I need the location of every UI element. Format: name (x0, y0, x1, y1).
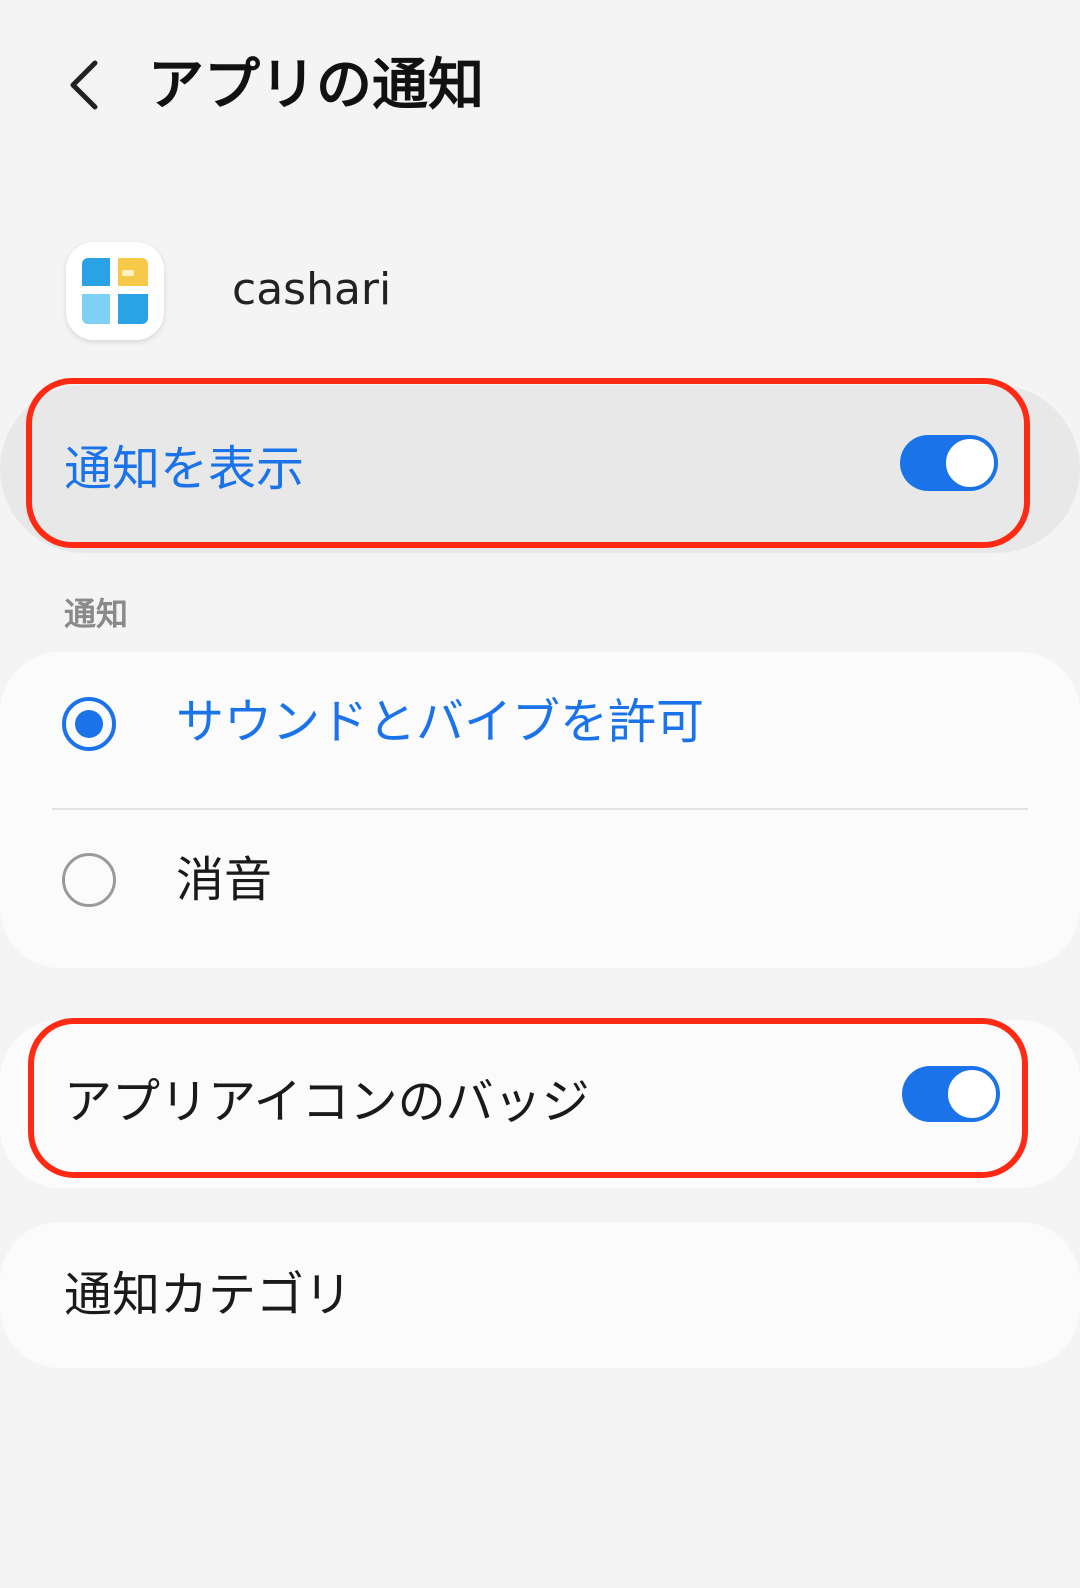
toggle-knob (946, 1068, 998, 1120)
notification-categories-row[interactable]: 通知カテゴリ (0, 1222, 1080, 1368)
section-label-notifications: 通知 (64, 595, 129, 633)
header: アプリの通知 (0, 0, 1080, 170)
show-notifications-toggle[interactable] (900, 435, 998, 491)
app-icon (66, 242, 164, 340)
back-button[interactable] (50, 40, 120, 130)
radio-label-silent: 消音 (176, 852, 273, 908)
radio-row-silent[interactable]: 消音 (0, 810, 1080, 966)
toggle-knob (944, 437, 996, 489)
radio-button-unselected[interactable] (62, 853, 116, 907)
app-info-row: cashari (0, 230, 1080, 350)
app-icon-badge-row[interactable]: アプリアイコンのバッジ (0, 1020, 1080, 1188)
show-notifications-row[interactable]: 通知を表示 (0, 385, 1080, 553)
radio-button-selected[interactable] (62, 697, 116, 751)
radio-label-sound-vibrate: サウンドとバイブを許可 (176, 694, 705, 750)
page-title: アプリの通知 (148, 53, 484, 118)
app-icon-badge-toggle[interactable] (902, 1066, 1000, 1122)
radio-row-sound-vibrate[interactable]: サウンドとバイブを許可 (0, 652, 1080, 810)
app-name: cashari (232, 264, 392, 315)
notification-mode-card: サウンドとバイブを許可 消音 (0, 652, 1080, 968)
show-notifications-label: 通知を表示 (64, 441, 305, 497)
cashari-app-icon (82, 258, 148, 324)
chevron-left-icon (70, 60, 98, 110)
notification-categories-label: 通知カテゴリ (64, 1267, 353, 1323)
app-icon-badge-label: アプリアイコンのバッジ (64, 1074, 590, 1130)
